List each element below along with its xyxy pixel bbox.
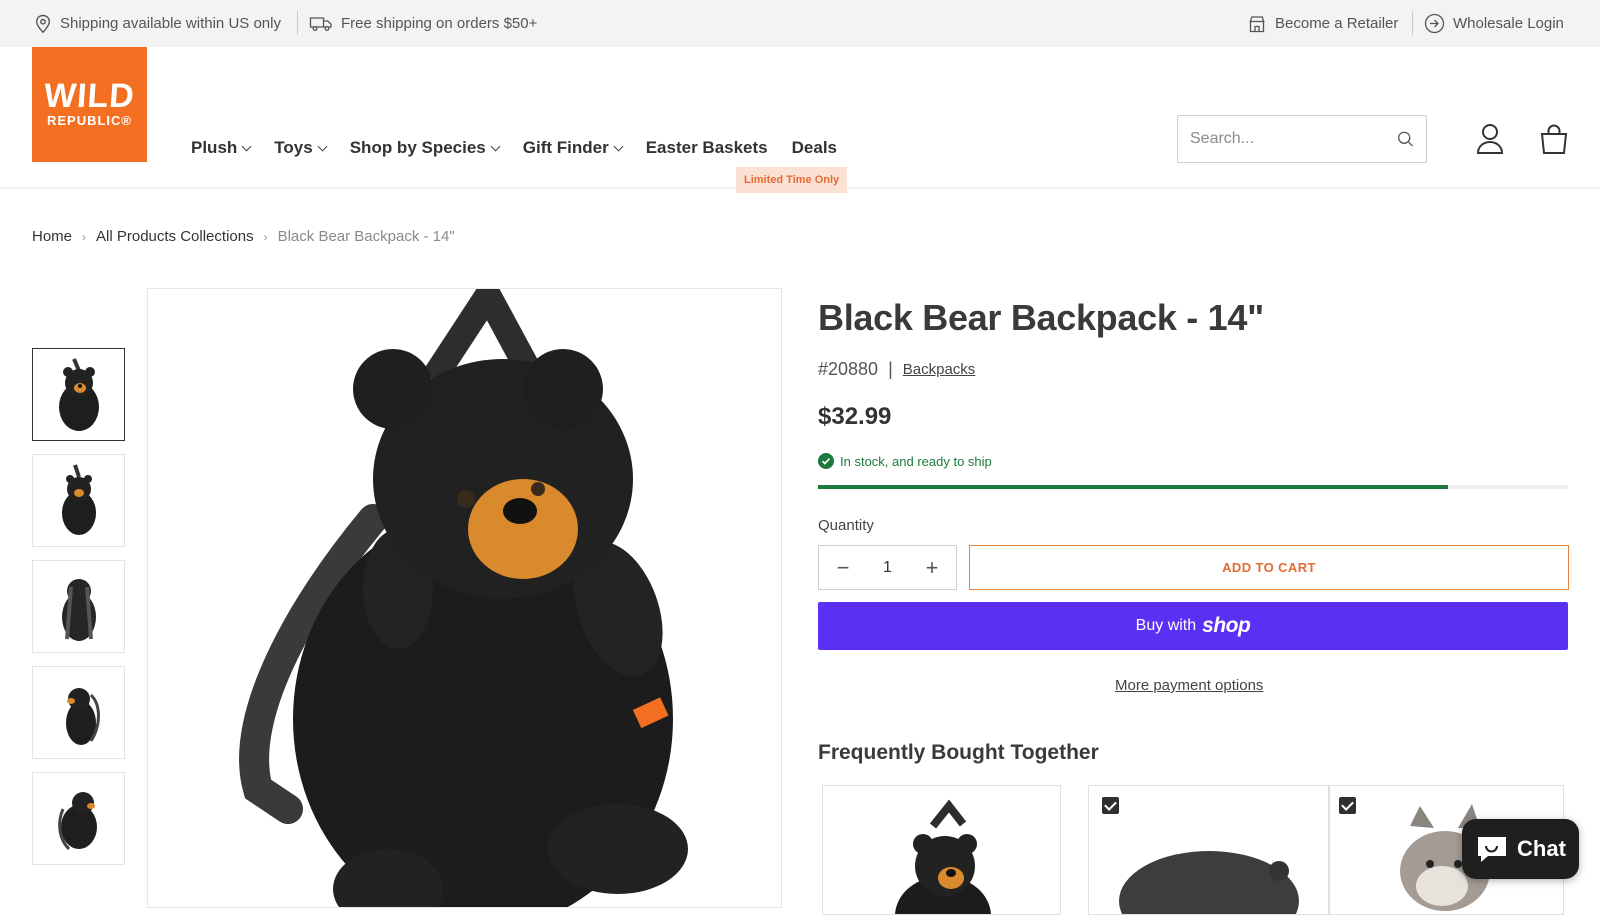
bear-backpack-front-small-image [61, 463, 96, 535]
product-sku: #20880 [818, 359, 879, 379]
shipping-region-notice: Shipping available within US only [34, 0, 281, 47]
quantity-label: Quantity [818, 517, 874, 534]
check-circle-icon [818, 453, 834, 469]
black-plush-thumbnail-image [1119, 851, 1299, 914]
fbt-select-checkbox[interactable] [1102, 797, 1119, 814]
chevron-right-icon: › [263, 229, 268, 244]
account-icon[interactable] [1476, 123, 1504, 155]
breadcrumb-collection[interactable]: All Products Collections [96, 228, 254, 245]
wholesale-login-link[interactable]: Wholesale Login [1424, 0, 1564, 47]
chat-bubble-icon [1478, 837, 1507, 862]
nav-easter-baskets[interactable]: Easter Baskets [646, 138, 768, 158]
bear-backpack-side-image [65, 687, 100, 745]
product-title: Black Bear Backpack - 14" [818, 297, 1264, 338]
logo-subtitle: REPUBLIC® [46, 113, 133, 128]
announcement-bar: Shipping available within US only Free s… [0, 0, 1600, 47]
product-thumbnail[interactable] [32, 454, 125, 547]
breadcrumb-current: Black Bear Backpack - 14" [277, 228, 455, 245]
fbt-product-card[interactable] [1088, 785, 1329, 915]
black-bear-backpack-image [239, 289, 688, 907]
chevron-down-icon [317, 141, 328, 151]
stock-status: In stock, and ready to ship [818, 453, 992, 469]
become-retailer-link[interactable]: Become a Retailer [1247, 0, 1398, 47]
wild-republic-logo[interactable]: WILD REPUBLIC® [32, 47, 147, 162]
chat-label: Chat [1517, 836, 1566, 861]
minus-icon[interactable]: − [834, 556, 852, 578]
nav-gift-finder[interactable]: Gift Finder [523, 138, 624, 158]
buy-with-shop-button[interactable]: Buy with shop [818, 602, 1568, 650]
free-shipping-text: Free shipping on orders $50+ [341, 15, 538, 32]
nav-shop-by-species[interactable]: Shop by Species [350, 138, 501, 158]
chevron-down-icon [241, 141, 252, 151]
nav-deals[interactable]: Deals [792, 138, 837, 158]
stock-level-bar [818, 485, 1568, 489]
product-meta: #20880 | Backpacks [818, 359, 975, 380]
main-product-image[interactable] [147, 288, 782, 908]
product-price: $32.99 [818, 403, 892, 430]
storefront-icon [1249, 15, 1265, 32]
chevron-down-icon [613, 141, 624, 151]
stock-level-fill [818, 485, 1448, 489]
logo-wordmark: WILD [42, 77, 137, 115]
fbt-product-card[interactable] [822, 785, 1061, 915]
bear-backpack-back-image [61, 578, 96, 641]
cart-bag-icon[interactable] [1539, 123, 1569, 155]
bear-backpack-thumbnail-image [895, 799, 991, 914]
product-thumbnail[interactable] [32, 560, 125, 653]
shipping-region-text: Shipping available within US only [60, 15, 281, 32]
bear-backpack-angle-image [57, 791, 97, 850]
meta-divider: | [888, 359, 893, 379]
chevron-right-icon: › [82, 229, 87, 244]
chat-button[interactable]: Chat [1462, 819, 1579, 879]
location-pin-icon [35, 14, 51, 33]
nav-toys[interactable]: Toys [274, 138, 328, 158]
add-to-cart-button[interactable]: ADD TO CART [969, 545, 1569, 590]
stock-status-text: In stock, and ready to ship [840, 453, 992, 469]
delivery-truck-icon [309, 16, 332, 31]
product-category-link[interactable]: Backpacks [903, 361, 976, 378]
site-header: WILD REPUBLIC® Plush Toys Shop by Specie… [0, 47, 1600, 193]
chevron-down-icon [490, 141, 501, 151]
become-retailer-label: Become a Retailer [1275, 15, 1399, 32]
search-icon[interactable] [1397, 129, 1414, 149]
product-thumbnail[interactable] [32, 348, 125, 441]
fbt-select-checkbox[interactable] [1339, 797, 1356, 814]
buy-with-label: Buy with [1135, 617, 1197, 634]
breadcrumb-home[interactable]: Home [32, 228, 72, 245]
product-thumbnail[interactable] [32, 772, 125, 865]
shop-pay-logo: shop [1202, 614, 1251, 637]
quantity-stepper: − 1 + [818, 545, 957, 590]
breadcrumb: Home › All Products Collections › Black … [32, 228, 455, 245]
thumbnail-list [32, 348, 125, 878]
plus-icon[interactable]: + [923, 556, 941, 578]
bear-backpack-front-image [58, 357, 99, 431]
main-nav: Plush Toys Shop by Species Gift Finder E… [191, 138, 861, 158]
quantity-value[interactable]: 1 [883, 559, 892, 577]
login-arrow-icon [1424, 13, 1445, 34]
search-input[interactable] [1190, 130, 1397, 148]
search-box [1177, 115, 1427, 163]
wholesale-login-label: Wholesale Login [1453, 15, 1564, 32]
nav-plush[interactable]: Plush [191, 138, 252, 158]
free-shipping-notice: Free shipping on orders $50+ [309, 0, 537, 47]
more-payment-options-link[interactable]: More payment options [1115, 677, 1263, 694]
product-thumbnail[interactable] [32, 666, 125, 759]
frequently-bought-heading: Frequently Bought Together [818, 741, 1099, 764]
deals-badge: Limited Time Only [736, 167, 848, 193]
